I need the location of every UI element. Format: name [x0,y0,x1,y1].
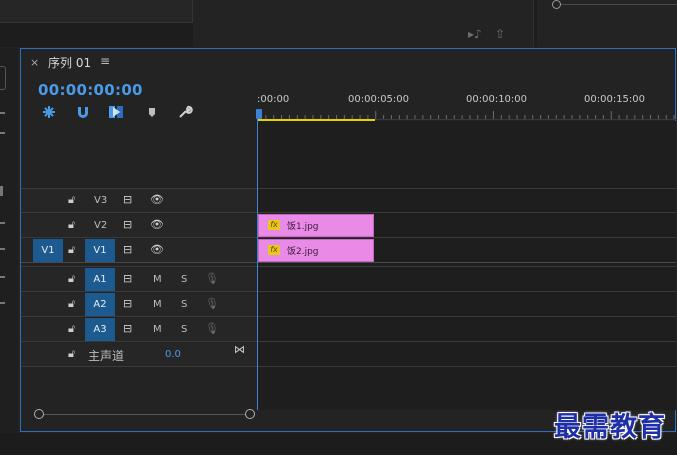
ruler-label: :00:00 [257,94,290,105]
mute-button[interactable]: M [153,299,162,310]
ruler-label: 00:00:15:00 [584,94,646,105]
tool-tick-icon [0,112,5,114]
lock-icon[interactable]: 🔓︎ [68,322,75,336]
track-target-a3[interactable]: A3 [85,318,115,341]
master-volume-value[interactable]: 0.0 [165,349,181,360]
track-header-a1: 🔓︎ A1 ⊟ M S 🎙︎ [21,268,257,291]
solo-button[interactable]: S [181,299,187,310]
close-tab-button[interactable]: × [30,56,39,69]
tool-tick-icon [0,132,5,134]
track-label: V3 [94,195,108,206]
track-header-v2: 🔓︎ V2 ⊟ 👁︎ [21,214,257,237]
export-frame-icon[interactable]: ▸♪ [468,27,482,41]
track-header-a2: 🔓︎ A2 ⊟ M S 🎙︎ [21,293,257,316]
tool-bar-icon [0,186,3,196]
tool-tick-icon [0,302,5,304]
track-separator [21,366,676,367]
lock-icon[interactable]: 🔓︎ [68,297,75,311]
track-header-empty [21,121,257,188]
solo-button[interactable]: S [181,324,187,335]
track-target-a2[interactable]: A2 [85,293,115,316]
eye-icon[interactable]: 👁︎ [150,243,164,256]
lock-icon[interactable]: 🔓︎ [68,193,75,207]
lock-icon[interactable]: 🔓︎ [68,272,75,286]
bowtie-icon[interactable]: ⋈ [234,343,245,356]
sync-lock-icon[interactable]: ⊟ [123,193,132,206]
clip-v2[interactable]: fx 饭1.jpg [258,214,374,237]
watermark-text: 最需教育 [554,412,666,443]
track-separator [21,341,676,342]
timeline-scrollbar-track[interactable] [38,414,252,415]
clip-v1[interactable]: fx 饭2.jpg [258,239,374,262]
track-separator [21,188,676,189]
track-separator [21,266,676,267]
track-label: V2 [94,220,108,231]
sync-lock-icon[interactable]: ⊟ [123,218,132,231]
fx-badge-icon[interactable]: fx [268,245,280,255]
track-separator [21,237,676,238]
playhead-line[interactable] [257,118,258,410]
lock-icon[interactable]: 🔓︎ [68,347,75,361]
wrench-icon[interactable] [177,104,193,120]
program-panel-edge: ▸♪ ⇧ [193,0,534,47]
sequence-tab-title[interactable]: 序列 01 [48,54,91,71]
clip-name: 饭1.jpg [287,222,319,232]
scrollbar-left-handle[interactable] [34,409,44,419]
clip-name: 饭2.jpg [287,247,319,257]
track-header-a3: 🔓︎ A3 ⊟ M S 🎙︎ [21,318,257,341]
tool-tick-icon [0,276,5,278]
zoom-slider-knob[interactable] [552,0,561,9]
mute-button[interactable]: M [153,324,162,335]
track-target-v1[interactable]: V1 [85,239,115,262]
sync-lock-icon[interactable]: ⊟ [123,322,132,335]
playhead-timecode[interactable]: 00:00:00:00 [38,81,143,99]
marker-icon[interactable] [144,104,160,120]
magnet-icon[interactable] [75,104,91,120]
sync-lock-icon[interactable]: ⊟ [123,243,132,256]
panel-menu-icon[interactable]: ≡ [100,54,110,68]
track-target-a1[interactable]: A1 [85,268,115,291]
ruler-label: 00:00:05:00 [348,94,410,105]
track-separator [21,291,676,292]
insert-icon[interactable]: ⇧ [495,27,505,41]
tool-box-icon[interactable] [0,66,6,90]
track-header-master: 🔓︎ 主声道 0.0 ⋈ [21,343,257,366]
source-panel-edge [0,0,193,23]
ruler-label: 00:00:10:00 [466,94,528,105]
microphone-icon[interactable]: 🎙︎ [205,322,219,335]
sync-lock-icon[interactable]: ⊟ [123,297,132,310]
track-separator [21,212,676,213]
track-header-v3: 🔓︎ V3 ⊟ 👁︎ [21,189,257,212]
track-header-v1: V1 V1 🔓︎ ⊟ 👁︎ [21,239,257,262]
lock-icon[interactable]: 🔓︎ [68,218,75,232]
linked-selection-icon[interactable] [108,104,124,120]
solo-button[interactable]: S [181,274,187,285]
sync-lock-icon[interactable]: ⊟ [123,272,132,285]
fx-badge-icon[interactable]: fx [268,220,280,230]
microphone-icon[interactable]: 🎙︎ [205,272,219,285]
lock-icon[interactable]: 🔓︎ [68,243,75,257]
microphone-icon[interactable]: 🎙︎ [205,297,219,310]
eye-icon[interactable]: 👁︎ [150,218,164,231]
eye-icon[interactable]: 👁︎ [150,193,164,206]
track-separator [21,316,676,317]
track-separator [21,262,676,263]
tool-tick-icon [0,248,5,250]
source-patch-v1[interactable]: V1 [33,239,63,262]
tool-tick-icon [0,222,5,224]
master-track-label: 主声道 [88,349,125,363]
mute-button[interactable]: M [153,274,162,285]
snap-icon[interactable] [41,104,57,120]
zoom-slider-track [557,4,677,5]
scrollbar-right-handle[interactable] [245,409,255,419]
tools-panel-edge [0,48,18,433]
